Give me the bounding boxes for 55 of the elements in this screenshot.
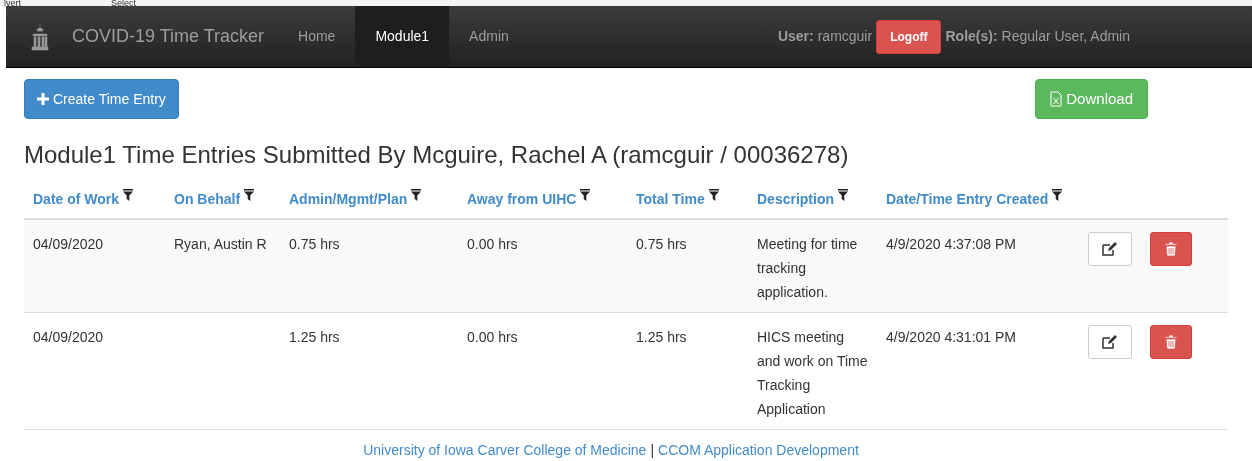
edit-icon: [1102, 335, 1118, 349]
edit-icon: [1102, 242, 1118, 256]
table-cell: HICS meeting and work on Time Tracking Application: [757, 329, 868, 417]
column-header[interactable]: Date/Time Entry Created: [886, 189, 1049, 210]
roles-label: Role(s):: [945, 27, 998, 46]
column-header[interactable]: Description: [757, 189, 834, 210]
filter-icon[interactable]: [580, 189, 591, 201]
nav-link[interactable]: Module1: [355, 6, 450, 67]
top-strip-text: Select: [111, 0, 137, 6]
table-cell: 1.25 hrs: [636, 329, 687, 345]
filter-icon[interactable]: [123, 189, 134, 201]
table-cell: 0.75 hrs: [289, 236, 340, 252]
table-cell: 04/09/2020: [33, 236, 104, 252]
create-time-entry-button[interactable]: Create Time Entry: [24, 79, 179, 119]
building-icon: [30, 22, 50, 51]
filter-icon[interactable]: [1052, 189, 1063, 201]
download-button[interactable]: Download: [1035, 79, 1148, 119]
filter-icon[interactable]: [708, 189, 719, 201]
filter-icon[interactable]: [244, 189, 255, 201]
column-header[interactable]: Total Time: [636, 189, 705, 210]
nav-link[interactable]: Admin: [449, 6, 529, 67]
table-cell: 1.25 hrs: [289, 329, 340, 345]
footer-link[interactable]: University of Iowa Carver College of Medicine: [363, 440, 647, 461]
page-heading: Module1 Time Entries Submitted By Mcguire, Rachel A (ramcguir / 00036278): [24, 140, 850, 170]
filter-icon[interactable]: [838, 189, 848, 201]
top-strip-text: lvert: [4, 0, 21, 6]
user-label: User:: [777, 27, 814, 46]
footer-link[interactable]: CCOM Application Development: [658, 440, 859, 461]
edit-button[interactable]: [1088, 325, 1132, 359]
column-header[interactable]: Away from UIHC: [467, 189, 577, 210]
table-cell: 0.00 hrs: [467, 329, 518, 345]
table-cell: 0.75 hrs: [636, 236, 687, 252]
column-header[interactable]: Date of Work: [33, 189, 120, 210]
logoff-button[interactable]: Logoff: [876, 19, 942, 54]
table-cell: 04/09/2020: [33, 329, 104, 345]
table-cell: 4/9/2020 4:31:01 PM: [886, 329, 1016, 345]
plus-icon: [37, 93, 49, 105]
trash-icon: [1165, 335, 1177, 349]
filter-icon[interactable]: [411, 189, 422, 201]
column-header[interactable]: On Behalf: [174, 189, 241, 210]
edit-button[interactable]: [1088, 232, 1132, 266]
trash-icon: [1165, 242, 1177, 256]
table-cell: Ryan, Austin R: [174, 236, 267, 252]
brand-title[interactable]: COVID-19 Time Tracker: [72, 23, 265, 50]
user-name: ramcguir: [817, 27, 873, 46]
excel-file-icon: [1050, 91, 1063, 107]
table-cell: Meeting for time tracking application.: [757, 236, 858, 300]
table-cell: 4/9/2020 4:37:08 PM: [886, 236, 1016, 252]
delete-button[interactable]: [1150, 232, 1192, 266]
delete-button[interactable]: [1150, 325, 1192, 359]
nav-link[interactable]: Home: [278, 6, 356, 67]
roles-text: Regular User, Admin: [1001, 27, 1130, 46]
table-cell: 0.00 hrs: [467, 236, 518, 252]
footer-separator: |: [650, 441, 655, 460]
column-header[interactable]: Admin/Mgmt/Plan: [289, 189, 408, 210]
